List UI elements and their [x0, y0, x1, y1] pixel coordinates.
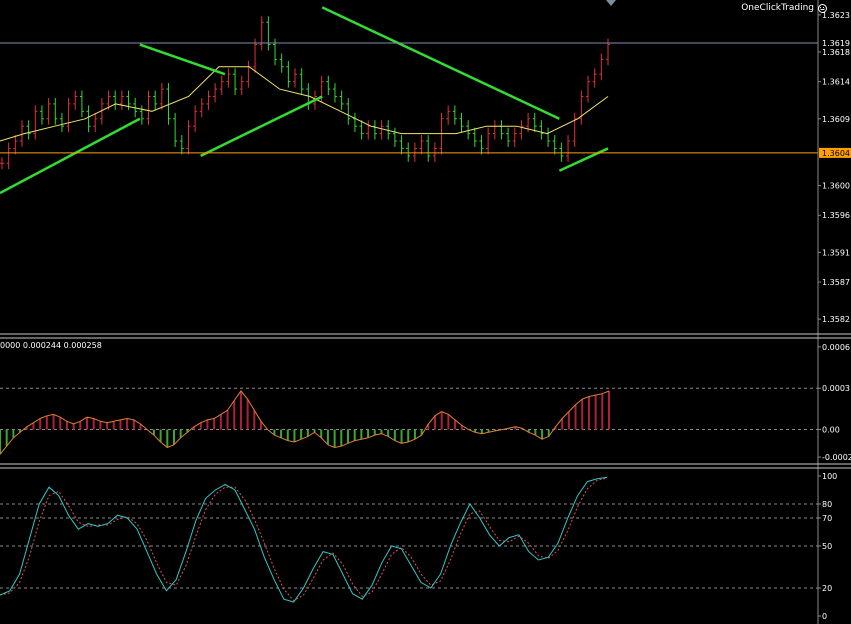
- oscillator-tick-label: 70: [822, 514, 832, 523]
- histogram-envelope: [0, 390, 610, 455]
- chevron-down-icon[interactable]: [606, 0, 616, 6]
- price-tick-label: 1.3600: [822, 182, 850, 191]
- histogram-tick-label: -0.0002: [822, 453, 851, 462]
- price-tick-label: 1.3618: [822, 48, 850, 57]
- trading-chart[interactable]: 1.36191.3604 1.36231.36181.36141.36091.3…: [0, 0, 851, 624]
- price-tick-label: 1.3596: [822, 211, 850, 220]
- moving-average-line: [0, 66, 609, 142]
- oscillator-indicator: 100 80 70 50 20 0: [0, 472, 837, 621]
- price-axis: 1.36231.36181.36141.36091.36001.35961.35…: [817, 0, 850, 624]
- oscillator-tick-label: 50: [822, 542, 832, 551]
- trend-line: [321, 6, 560, 120]
- oscillator-signal-line: [0, 477, 608, 602]
- one-click-trading[interactable]: OneClickTrading: [741, 3, 827, 13]
- histogram-tick-label: 0.0003: [822, 384, 850, 393]
- oscillator-tick-label: 100: [822, 472, 837, 481]
- histogram-header: 0000 0.000244 0.000258: [0, 341, 102, 350]
- price-tick-label: 1.3614: [822, 78, 850, 87]
- price-bars: [0, 16, 610, 170]
- horizontal-line-label: 1.3604: [822, 149, 850, 158]
- histogram-tick-label: 0.0006: [822, 343, 850, 352]
- oscillator-tick-label: 0: [822, 612, 827, 621]
- price-tick-label: 1.3587: [822, 278, 850, 287]
- oscillator-tick-label: 20: [822, 584, 832, 593]
- horizontal-line-label: 1.3619: [822, 39, 850, 48]
- trend-line: [200, 95, 323, 157]
- one-click-trading-label: OneClickTrading: [741, 3, 814, 13]
- trend-line: [139, 43, 226, 76]
- price-tick-label: 1.3591: [822, 248, 850, 257]
- smiley-icon: [818, 3, 827, 13]
- trend-line: [0, 117, 141, 195]
- pane-separators[interactable]: [0, 333, 851, 469]
- oscillator-tick-label: 80: [822, 500, 832, 509]
- moving-average-path: [0, 66, 609, 142]
- histogram-tick-label: 0.00: [822, 426, 840, 435]
- trend-line: [558, 147, 609, 172]
- histogram-indicator: 0000 0.000244 0.000258 0.0006 0.0003 0.00 -0…: [0, 341, 851, 462]
- price-tick-label: 1.3582: [822, 315, 850, 324]
- trend-lines[interactable]: [0, 6, 609, 195]
- price-tick-label: 1.3609: [822, 115, 850, 124]
- oscillator-main-line: [0, 476, 608, 603]
